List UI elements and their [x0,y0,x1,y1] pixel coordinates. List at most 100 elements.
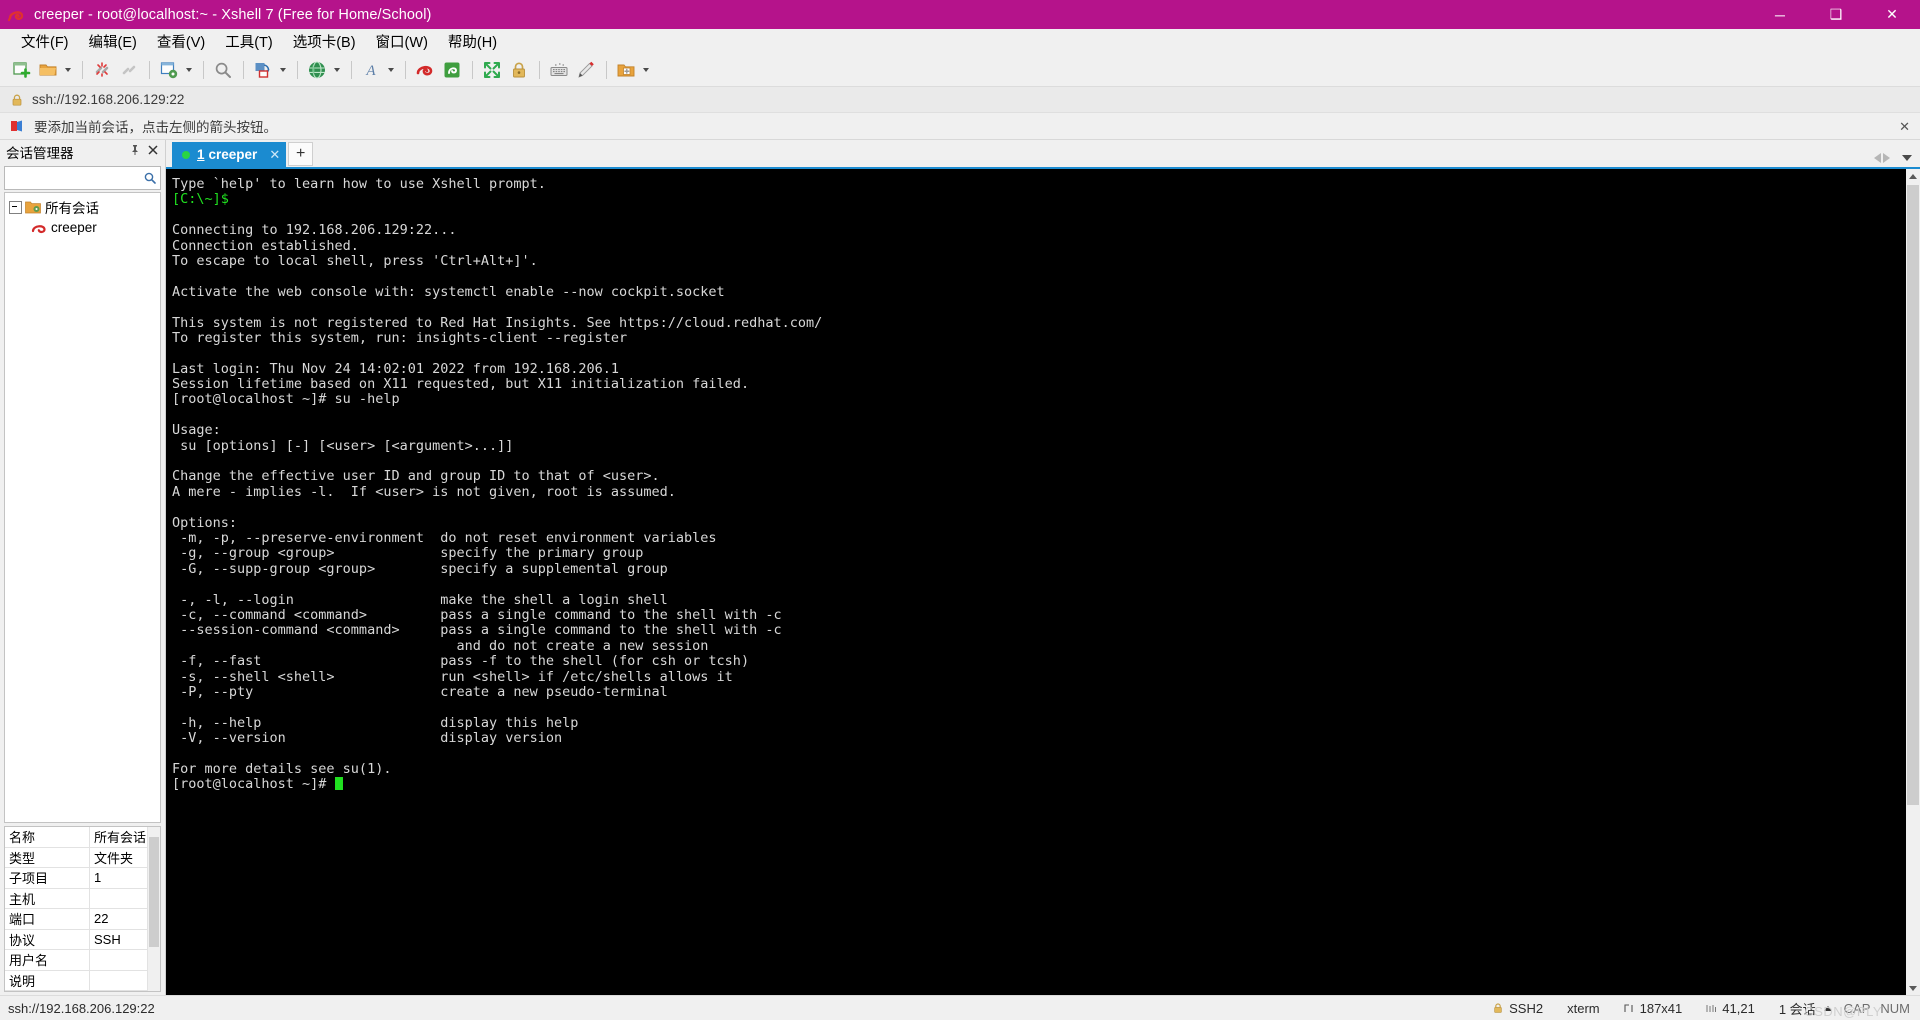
padlock-icon [10,93,24,107]
font-icon[interactable]: A [358,57,384,83]
terminal-line: To escape to local shell, press 'Ctrl+Al… [172,252,538,269]
tree-item-all-sessions[interactable]: 所有会话 [5,197,160,217]
notice-close-button[interactable]: ✕ [1899,120,1910,133]
tree-item-creeper[interactable]: creeper [5,217,160,237]
xshell-window: creeper - root@localhost:~ - Xshell 7 (F… [0,0,1920,1020]
session-properties-icon[interactable] [156,57,182,83]
toolbar-separator [606,61,607,79]
terminal-output[interactable]: Type `help' to learn how to use Xshell p… [166,169,1905,995]
session-properties-dropdown-icon[interactable] [183,57,194,83]
table-row: 协议 SSH [5,929,148,950]
menu-tools[interactable]: 工具(T) [216,29,282,54]
terminal-line: and do not create a new session [172,637,709,654]
menu-window[interactable]: 窗口(W) [367,29,437,54]
chevron-right-icon[interactable] [1883,153,1890,163]
terminal-line: [C:\~]$ [172,191,229,208]
scroll-down-icon[interactable] [1906,981,1920,995]
find-icon[interactable] [210,57,236,83]
keyboard-icon[interactable] [546,57,572,83]
maximize-button[interactable]: ❑ [1808,0,1864,29]
add-folder-dropdown-icon[interactable] [640,57,651,83]
toolbar-separator [297,61,298,79]
fullscreen-icon[interactable] [479,57,505,83]
search-input[interactable] [4,166,161,190]
tree-item-label: creeper [51,219,97,235]
property-key: 端口 [5,908,90,930]
scrollbar-thumb[interactable] [149,837,159,947]
xftp-icon[interactable] [439,57,465,83]
table-row: 主机 [5,888,148,909]
web-browser-dropdown-icon[interactable] [331,57,342,83]
terminal-line: -s, --shell <shell> run <shell> if /etc/… [172,668,733,685]
open-folder-dropdown-icon[interactable] [62,57,73,83]
folder-icon [25,199,41,215]
table-row: 用户名 [5,949,148,971]
reconnect-icon[interactable] [116,57,142,83]
title-bar: creeper - root@localhost:~ - Xshell 7 (F… [0,0,1920,29]
session-properties-table: 名称 所有会话 类型 文件夹 子项目 1 主机 端口 22 协议 SSH 用户名… [5,827,148,991]
session-tree[interactable]: 所有会话 creeper [4,192,161,823]
property-key: 用户名 [5,949,90,971]
chevron-down-icon[interactable] [1902,155,1912,161]
tab-close-icon[interactable]: ✕ [269,147,280,163]
terminal-line: To register this system, run: insights-c… [172,329,628,346]
lock-icon[interactable] [506,57,532,83]
terminal-line: su [options] [-] [<user> [<argument>...]… [172,437,514,454]
status-lock-indicators: CAP NUM [1844,1001,1920,1016]
disconnect-icon[interactable] [89,57,115,83]
notice-text: 要添加当前会话，点击左侧的箭头按钮。 [34,120,277,135]
minimize-button[interactable]: ─ [1752,0,1808,29]
new-session-icon[interactable] [8,57,34,83]
table-row: 说明 [5,970,148,991]
tree-expander-icon[interactable] [9,200,22,214]
window-controls: ─ ❑ ✕ [1752,0,1920,29]
transfer-file-dropdown-icon[interactable] [277,57,288,83]
toolbar-separator [243,61,244,79]
xshell-icon[interactable] [412,57,438,83]
close-icon[interactable] [147,143,159,161]
address-bar[interactable]: ssh://192.168.206.129:22 [0,87,1920,113]
terminal-scrollbar[interactable] [1905,169,1920,995]
tab-creeper[interactable]: 1 creeper ✕ [172,142,287,167]
add-tab-button[interactable]: + [288,142,314,166]
open-folder-icon[interactable] [35,57,61,83]
toolbar-separator [203,61,204,79]
chevron-up-icon[interactable] [1823,1005,1832,1011]
terminal-line: For more details see su(1). [172,760,392,777]
status-caps-indicator: CAP [1843,1000,1871,1016]
properties-scrollbar[interactable] [148,827,160,991]
menu-help[interactable]: 帮助(H) [439,29,506,54]
toolbar-separator [351,61,352,79]
chevron-left-icon[interactable] [1874,153,1881,163]
toolbar-separator [149,61,150,79]
highlight-pen-icon[interactable] [573,57,599,83]
tree-item-label: 所有会话 [45,201,99,216]
status-size: 187x41 [1612,1001,1695,1016]
property-value: 所有会话 [89,827,148,848]
menu-view[interactable]: 查看(V) [148,29,214,54]
svg-text:A: A [365,63,376,79]
search-icon[interactable] [143,171,157,185]
property-key: 主机 [5,888,90,909]
pin-icon[interactable] [129,143,141,161]
terminal-line: -G, --supp-group <group> specify a suppl… [172,560,668,577]
font-dropdown-icon[interactable] [385,57,396,83]
transfer-file-icon[interactable] [250,57,276,83]
web-browser-icon[interactable] [304,57,330,83]
session-manager-panel: 会话管理器 所有会话 creeper 名称 所有会话 类型 文件夹 子项目 1 … [0,140,166,995]
add-folder-icon[interactable] [613,57,639,83]
menu-file[interactable]: 文件(F) [12,29,78,54]
status-session-count[interactable]: 1 会话 [1767,999,1844,1018]
toolbar-separator [405,61,406,79]
scroll-up-icon[interactable] [1906,169,1920,183]
terminal-line: Last login: Thu Nov 24 14:02:01 2022 fro… [172,360,620,377]
scrollbar-thumb[interactable] [1907,185,1919,805]
menu-tabs[interactable]: 选项卡(B) [284,29,365,54]
status-cursor-label: 41,21 [1722,1000,1755,1016]
close-button[interactable]: ✕ [1864,0,1920,29]
menu-edit[interactable]: 编辑(E) [80,29,146,54]
